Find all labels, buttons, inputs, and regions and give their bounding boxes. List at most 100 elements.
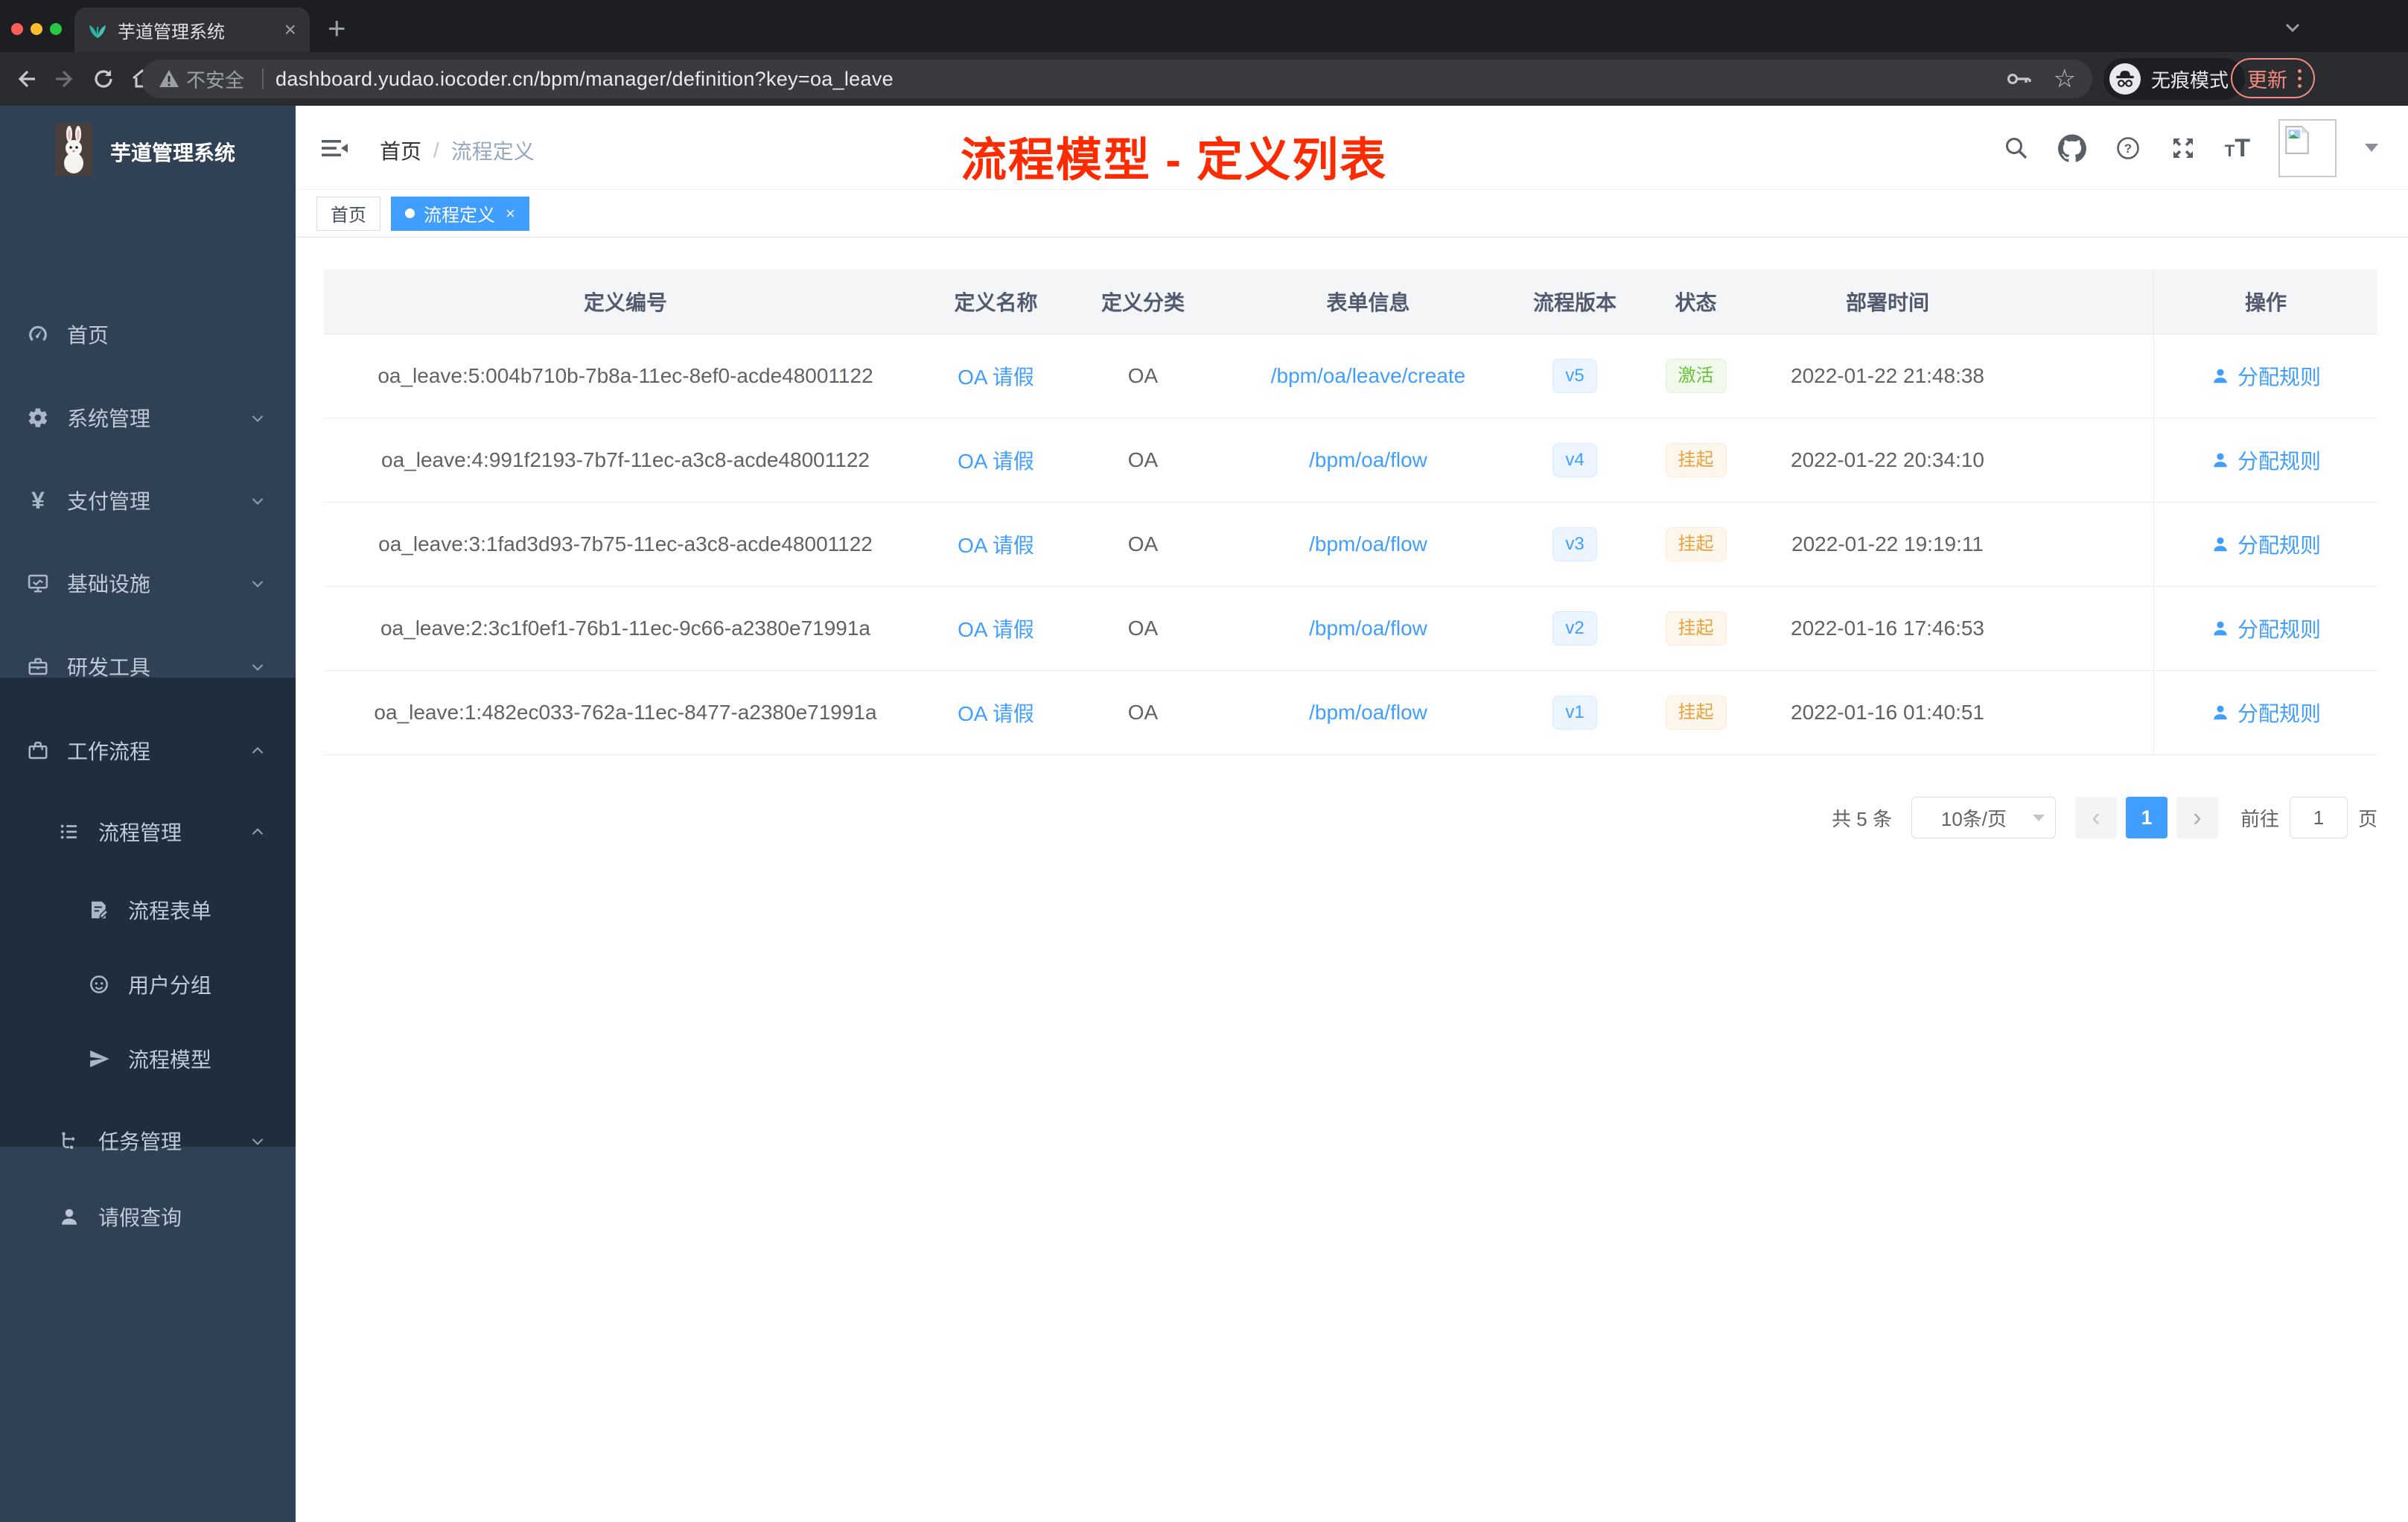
sidebar-logo[interactable]: 芋道管理系统 <box>0 106 296 191</box>
definition-id: oa_leave:3:1fad3d93-7b75-11ec-a3c8-acde4… <box>378 532 873 555</box>
sidebar: 芋道管理系统 首页 系统管理 ¥ 支付管理 基础设施 研发工具 工作流程 流程管… <box>0 106 296 1522</box>
window-zoom-button[interactable] <box>50 23 62 35</box>
version-badge: v2 <box>1552 611 1597 646</box>
tags-view-bar: 首页 流程定义 × <box>296 190 2408 238</box>
definition-name-link[interactable]: OA 请假 <box>958 614 1034 643</box>
form-link[interactable]: /bpm/oa/flow <box>1309 532 1427 556</box>
fullscreen-icon[interactable] <box>2170 135 2197 162</box>
assign-rule-link[interactable]: 分配规则 <box>2211 445 2321 475</box>
col-header-action: 操作 <box>2153 270 2377 334</box>
chevron-down-icon <box>248 408 267 427</box>
user-icon <box>2214 453 2227 468</box>
dashboard-icon <box>27 323 49 346</box>
assign-rule-link[interactable]: 分配规则 <box>2211 698 2321 727</box>
table-row: oa_leave:2:3c1f0ef1-76b1-11ec-9c66-a2380… <box>324 587 2377 671</box>
security-warning-icon[interactable] <box>158 68 180 90</box>
definition-category: OA <box>1127 364 1159 387</box>
definition-name-link[interactable]: OA 请假 <box>958 529 1034 559</box>
reload-icon[interactable] <box>91 66 116 92</box>
definition-name-link[interactable]: OA 请假 <box>958 445 1034 475</box>
tag-process-definition[interactable]: 流程定义 × <box>391 196 529 231</box>
sidebar-item-devtools[interactable]: 研发工具 <box>0 646 296 687</box>
user-group-icon <box>88 973 110 996</box>
github-icon[interactable] <box>2057 133 2086 162</box>
address-bar[interactable]: 不安全 dashboard.yudao.iocoder.cn/bpm/manag… <box>141 60 2092 98</box>
sidebar-item-payment[interactable]: ¥ 支付管理 <box>0 480 296 521</box>
back-icon[interactable] <box>13 66 39 92</box>
version-badge: v1 <box>1552 695 1597 730</box>
breadcrumb-home[interactable]: 首页 <box>380 136 421 165</box>
tag-home[interactable]: 首页 <box>316 196 380 231</box>
goto-page-input[interactable] <box>2289 797 2348 838</box>
page-size-select[interactable]: 10条/页 <box>1911 797 2056 838</box>
password-key-icon[interactable] <box>2006 68 2033 90</box>
sidebar-item-process-management[interactable]: 流程管理 <box>0 811 296 853</box>
tab-search-chevron-icon[interactable] <box>2281 16 2304 39</box>
window-minimize-button[interactable] <box>31 23 42 35</box>
sidebar-item-workflow[interactable]: 工作流程 <box>0 730 296 771</box>
tab-close-icon[interactable]: × <box>284 19 296 40</box>
sidebar-item-leave-query[interactable]: 请假查询 <box>0 1196 296 1238</box>
svg-text:?: ? <box>2124 141 2132 156</box>
sidebar-item-home[interactable]: 首页 <box>0 313 296 355</box>
forward-icon[interactable] <box>52 66 77 92</box>
assign-rule-link[interactable]: 分配规则 <box>2211 614 2321 643</box>
window-close-button[interactable] <box>11 23 23 35</box>
current-page-button[interactable]: 1 <box>2125 797 2167 838</box>
new-tab-button[interactable]: + <box>328 10 346 46</box>
page-unit-label: 页 <box>2357 807 2377 830</box>
form-link[interactable]: /bpm/oa/leave/create <box>1271 364 1466 388</box>
chevron-down-icon <box>248 657 267 676</box>
sidebar-item-user-group[interactable]: 用户分组 <box>0 964 296 1005</box>
url-text[interactable]: dashboard.yudao.iocoder.cn/bpm/manager/d… <box>275 68 894 91</box>
definition-category: OA <box>1127 448 1159 471</box>
sidebar-item-task-management[interactable]: 任务管理 <box>0 1120 296 1162</box>
assign-rule-link[interactable]: 分配规则 <box>2211 529 2321 559</box>
incognito-label: 无痕模式 <box>2151 69 2229 92</box>
browser-menu-kebab-icon[interactable] <box>2298 69 2302 88</box>
assign-rule-link[interactable]: 分配规则 <box>2211 361 2321 391</box>
chevron-down-icon <box>248 573 267 593</box>
sidebar-item-system[interactable]: 系统管理 <box>0 397 296 439</box>
bookmark-star-icon[interactable]: ☆ <box>2054 64 2076 94</box>
browser-update-button[interactable]: 更新 <box>2231 58 2315 98</box>
definition-category: OA <box>1127 617 1159 640</box>
sidebar-item-infrastructure[interactable]: 基础设施 <box>0 562 296 604</box>
form-link[interactable]: /bpm/oa/flow <box>1309 448 1427 472</box>
form-link[interactable]: /bpm/oa/flow <box>1309 617 1427 640</box>
definition-id: oa_leave:4:991f2193-7b7f-11ec-a3c8-acde4… <box>381 448 870 471</box>
browser-tab[interactable]: 芋道管理系统 × <box>74 7 310 52</box>
security-label[interactable]: 不安全 <box>186 66 244 93</box>
update-label[interactable]: 更新 <box>2247 64 2287 93</box>
task-tree-icon <box>58 1130 80 1152</box>
next-page-button[interactable]: › <box>2176 797 2218 838</box>
goto-label: 前往 <box>2240 807 2279 830</box>
help-icon[interactable]: ? <box>2115 135 2141 162</box>
definition-name-link[interactable]: OA 请假 <box>958 698 1034 727</box>
prev-page-button[interactable]: ‹ <box>2074 797 2117 838</box>
definition-id: oa_leave:1:482ec033-762a-11ec-8477-a2380… <box>374 701 877 724</box>
table-row: oa_leave:4:991f2193-7b7f-11ec-a3c8-acde4… <box>324 418 2377 503</box>
yen-icon: ¥ <box>31 487 45 514</box>
chevron-up-icon <box>248 822 267 841</box>
tag-close-icon[interactable]: × <box>506 204 515 223</box>
deploy-time: 2022-01-22 20:34:10 <box>1791 448 1984 471</box>
deploy-time: 2022-01-22 19:19:11 <box>1791 532 1984 555</box>
definition-name-link[interactable]: OA 请假 <box>958 361 1034 391</box>
font-size-icon[interactable]: TT <box>2225 136 2250 161</box>
avatar-dropdown-caret-icon[interactable] <box>2365 144 2378 152</box>
sidebar-collapse-icon[interactable] <box>320 135 350 162</box>
sidebar-item-process-model[interactable]: 流程模型 <box>0 1038 296 1080</box>
chevron-down-icon <box>248 491 267 510</box>
avatar[interactable] <box>2278 118 2337 177</box>
search-icon[interactable] <box>2003 135 2030 162</box>
col-header-form: 表单信息 <box>1326 291 1410 314</box>
app-title: 芋道管理系统 <box>110 141 236 165</box>
table-row: oa_leave:3:1fad3d93-7b75-11ec-a3c8-acde4… <box>324 503 2377 587</box>
briefcase-icon <box>27 739 49 762</box>
status-badge: 挂起 <box>1665 695 1727 730</box>
col-header-category: 定义分类 <box>1101 291 1185 314</box>
deploy-time: 2022-01-16 01:40:51 <box>1791 701 1984 724</box>
form-link[interactable]: /bpm/oa/flow <box>1309 701 1427 725</box>
sidebar-item-process-form[interactable]: 流程表单 <box>0 889 296 931</box>
